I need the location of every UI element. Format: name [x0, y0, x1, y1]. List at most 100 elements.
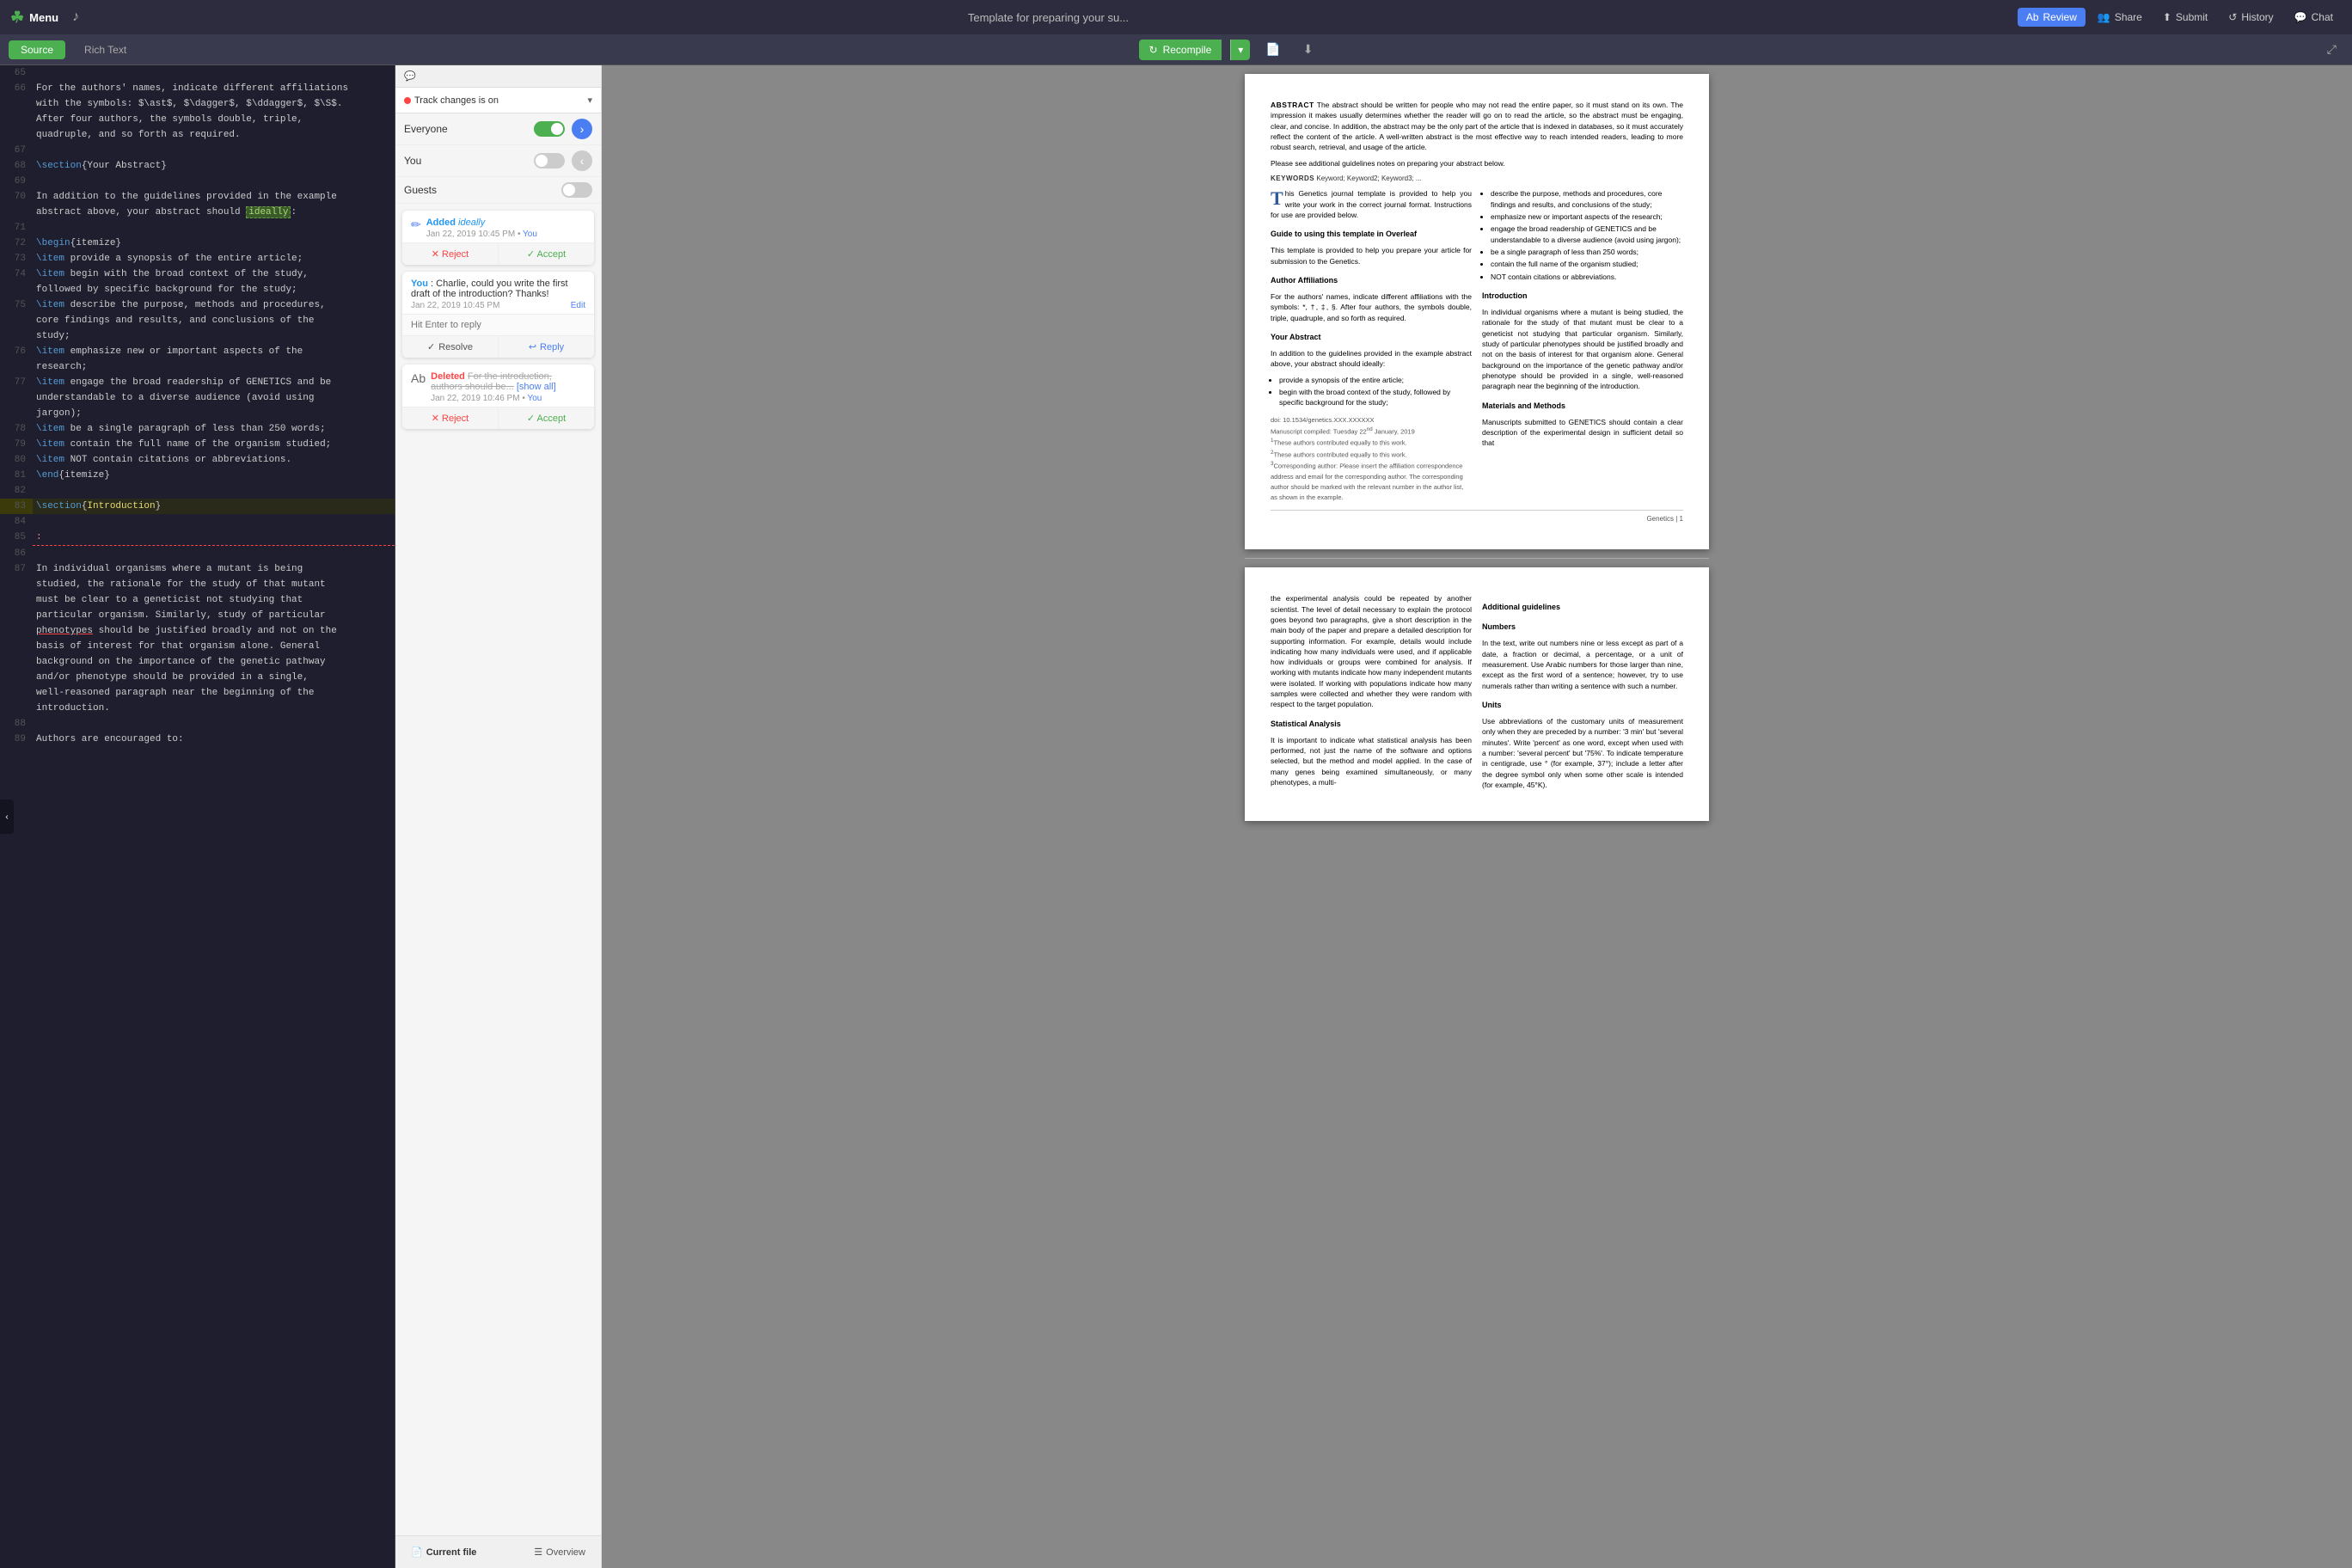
- source-line: 77 \item engage the broad readership of …: [0, 375, 395, 421]
- review-button[interactable]: Ab Review: [2018, 8, 2086, 27]
- source-line: 66 For the authors' names, indicate diff…: [0, 81, 395, 143]
- reject-button-1[interactable]: ✕ Reject: [402, 242, 498, 265]
- doi-text: doi: 10.1534/genetics.XXX.XXXXXX Manuscr…: [1271, 415, 1472, 503]
- download-icon-button[interactable]: ⬇: [1296, 39, 1320, 60]
- source-line: 78 \item be a single paragraph of less t…: [0, 421, 395, 437]
- guests-toggle[interactable]: [561, 182, 592, 198]
- doc-icon-button[interactable]: 📄: [1259, 39, 1287, 60]
- bullet-item: emphasize new or important aspects of th…: [1491, 211, 1683, 222]
- preview-panel: ABSTRACT The abstract should be written …: [602, 65, 2352, 1568]
- collapse-arrow-button[interactable]: ‹: [0, 799, 14, 834]
- you-nav-arrow[interactable]: ‹: [572, 150, 592, 171]
- preview-two-col-2: the experimental analysis could be repea…: [1271, 593, 1683, 795]
- richtext-tab[interactable]: Rich Text: [72, 40, 138, 59]
- deleted-text: Deleted For the introduction, authors sh…: [431, 371, 585, 392]
- submit-button[interactable]: ⬆ Submit: [2154, 8, 2216, 27]
- main-layout: 65 66 For the authors' names, indicate d…: [0, 65, 2352, 1568]
- left-collapse-arrow[interactable]: ‹: [0, 799, 14, 834]
- source-line: 89 Authors are encouraged to:: [0, 732, 395, 747]
- everyone-toggle[interactable]: [534, 121, 565, 137]
- current-file-nav[interactable]: 📄 Current file: [404, 1543, 483, 1561]
- bullet-item: engage the broad readership of GENETICS …: [1491, 224, 1683, 245]
- logo[interactable]: ☘ Menu: [10, 9, 58, 27]
- reply-action-button[interactable]: ↩ Reply: [498, 336, 594, 358]
- bullet-item: NOT contain citations or abbreviations.: [1491, 272, 1683, 282]
- accept-button-1[interactable]: ✓ Accept: [498, 242, 594, 265]
- comments-header: 💬: [395, 65, 601, 88]
- comments-nav: 📄 Current file ☰ Overview: [395, 1535, 601, 1568]
- page-divider: [1245, 558, 1709, 559]
- expand-button[interactable]: ⤢: [2320, 39, 2343, 60]
- recompile-dropdown[interactable]: ▾: [1230, 40, 1250, 60]
- guide-title: Guide to using this template in Overleaf: [1271, 229, 1472, 240]
- share-button[interactable]: 👥 Share: [2089, 8, 2151, 27]
- track-changes-dropdown[interactable]: ▾: [587, 95, 592, 106]
- numbers-title: Numbers: [1482, 622, 1683, 633]
- share-icon: 👥: [2098, 11, 2110, 23]
- you-toggle-slider: [534, 153, 565, 168]
- current-file-icon: 📄: [411, 1547, 423, 1558]
- page-title: Template for preparing your su...: [93, 11, 2004, 24]
- change-action: Added ideally: [426, 217, 537, 228]
- preview-left-col: This Genetics journal template is provid…: [1271, 188, 1472, 502]
- source-line: 87 In individual organisms where a mutan…: [0, 561, 395, 716]
- change-card-meta: Jan 22, 2019 10:45 PM • You: [426, 230, 537, 239]
- preview-page-2: the experimental analysis could be repea…: [1245, 567, 1709, 821]
- recompile-button[interactable]: ↻ Recompile: [1139, 40, 1222, 60]
- reply-card: You : Charlie, could you write the first…: [402, 272, 594, 358]
- history-button[interactable]: ↺ History: [2220, 8, 2282, 27]
- guests-toggle-row: Guests: [395, 177, 601, 204]
- history-icon: ↺: [2228, 11, 2237, 23]
- source-line: 86: [0, 546, 395, 561]
- show-all-link[interactable]: [show all]: [517, 382, 556, 392]
- affiliations-title: Author Affiliations: [1271, 275, 1472, 286]
- review-icon: Ab: [2026, 11, 2039, 23]
- source-line: 68 \section{Your Abstract}: [0, 158, 395, 174]
- reply-edit-link[interactable]: Edit: [571, 301, 585, 310]
- reply-card-header: You : Charlie, could you write the first…: [402, 272, 594, 314]
- abstract-section-title: Your Abstract: [1271, 332, 1472, 343]
- preview-bullets-right: describe the purpose, methods and proced…: [1482, 188, 1683, 282]
- chat-icon: 💬: [2294, 11, 2307, 23]
- tune-icon[interactable]: ♪: [72, 9, 79, 25]
- reject-button-2[interactable]: ✕ Reject: [402, 407, 498, 429]
- menu-label[interactable]: Menu: [29, 11, 58, 24]
- reply-meta: Jan 22, 2019 10:45 PM Edit: [411, 301, 585, 310]
- abstract-extra: Please see additional guidelines notes o…: [1271, 158, 1683, 168]
- comments-panel: 💬 Track changes is on ▾ Everyone › You: [395, 65, 602, 1568]
- overview-icon: ☰: [534, 1547, 542, 1558]
- keywords: KEYWORDS Keyword; Keyword2; Keyword3; ..…: [1271, 174, 1683, 184]
- resolve-button[interactable]: ✓ Resolve: [402, 336, 498, 358]
- page-number: Genetics | 1: [1271, 510, 1683, 524]
- source-line: 88: [0, 716, 395, 732]
- preview-page2-right: Additional guidelines Numbers In the tex…: [1482, 593, 1683, 795]
- source-tab[interactable]: Source: [9, 40, 65, 59]
- units-title: Units: [1482, 700, 1683, 711]
- everyone-label: Everyone: [404, 123, 448, 135]
- comment-bubble-icon: 💬: [404, 70, 416, 82]
- bullet-item: provide a synopsis of the entire article…: [1279, 375, 1472, 385]
- source-line: 67: [0, 143, 395, 158]
- reply-input[interactable]: [402, 314, 594, 335]
- everyone-nav-arrow[interactable]: ›: [572, 119, 592, 139]
- track-changes-bar: Track changes is on ▾: [395, 88, 601, 113]
- change-card-actions: ✕ Reject ✓ Accept: [402, 242, 594, 265]
- delete-icon: Ab: [411, 371, 426, 385]
- intro-text: In individual organisms where a mutant i…: [1482, 307, 1683, 392]
- source-line: 73 \item provide a synopsis of the entir…: [0, 251, 395, 266]
- second-bar: Source Rich Text ↻ Recompile ▾ 📄 ⬇ ⤢: [0, 34, 2352, 65]
- numbers-text: In the text, write out numbers nine or l…: [1482, 638, 1683, 691]
- you-toggle[interactable]: [534, 153, 565, 168]
- everyone-toggle-row: Everyone ›: [395, 113, 601, 145]
- accept-button-2[interactable]: ✓ Accept: [498, 407, 594, 429]
- source-line: 72 \begin{itemize}: [0, 236, 395, 251]
- overview-nav[interactable]: ☰ Overview: [527, 1543, 592, 1561]
- guests-label: Guests: [404, 184, 437, 196]
- change-card-header: ✏ Added ideally Jan 22, 2019 10:45 PM • …: [402, 211, 594, 242]
- source-line: 74 \item begin with the broad context of…: [0, 266, 395, 297]
- source-line: 65: [0, 65, 395, 81]
- logo-icon: ☘: [10, 9, 24, 27]
- reply-btn-row: ✓ Resolve ↩ Reply: [402, 335, 594, 358]
- source-line: 70 In addition to the guidelines provide…: [0, 189, 395, 220]
- chat-button[interactable]: 💬 Chat: [2286, 8, 2342, 27]
